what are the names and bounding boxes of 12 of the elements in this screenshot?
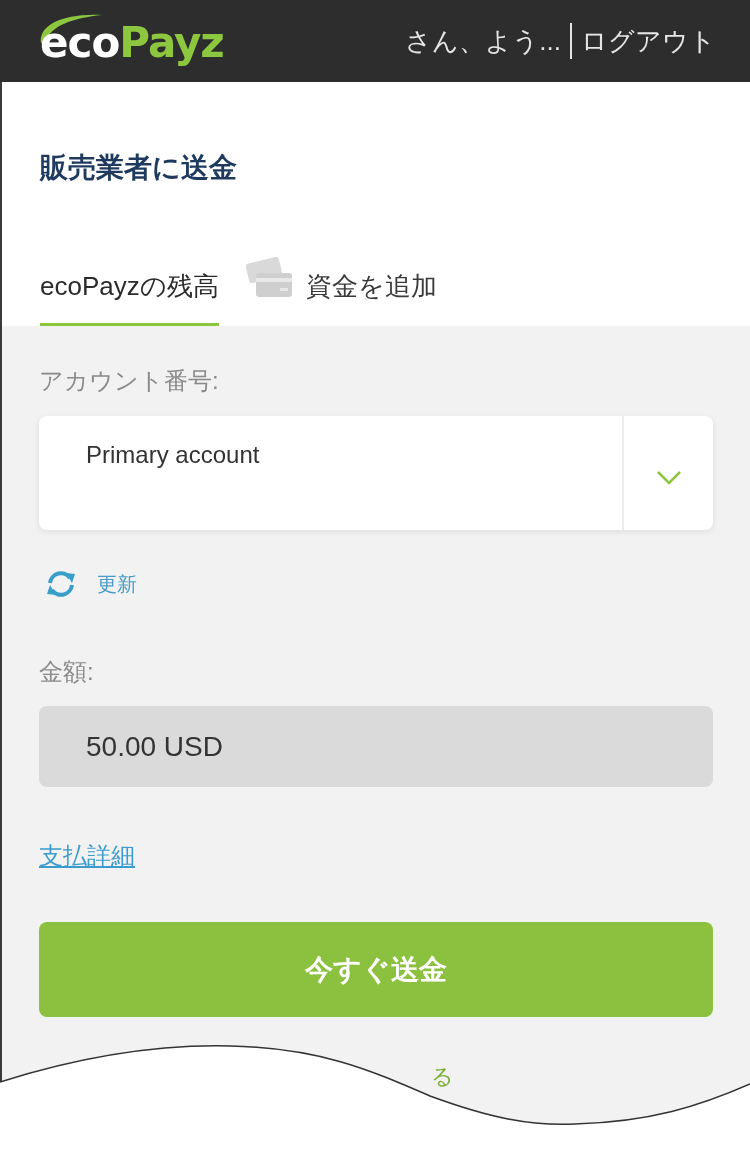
chevron-down-icon bbox=[655, 469, 682, 485]
page-title: 販売業者に送金 bbox=[40, 151, 238, 185]
account-select[interactable]: Primary account bbox=[39, 416, 713, 530]
field-label: 金額: bbox=[39, 657, 95, 687]
refresh-icon bbox=[45, 570, 77, 598]
logo: ecoPayz bbox=[40, 15, 224, 67]
tab[interactable]: 資金を追加 bbox=[245, 250, 437, 326]
cards-icon bbox=[245, 254, 292, 298]
logout-link[interactable]: ログアウト bbox=[581, 23, 716, 59]
amount-field[interactable]: 50.00 USD bbox=[39, 706, 713, 787]
greeting-text: さん、よう... bbox=[405, 25, 561, 58]
field-label: アカウント番号: bbox=[39, 366, 220, 396]
